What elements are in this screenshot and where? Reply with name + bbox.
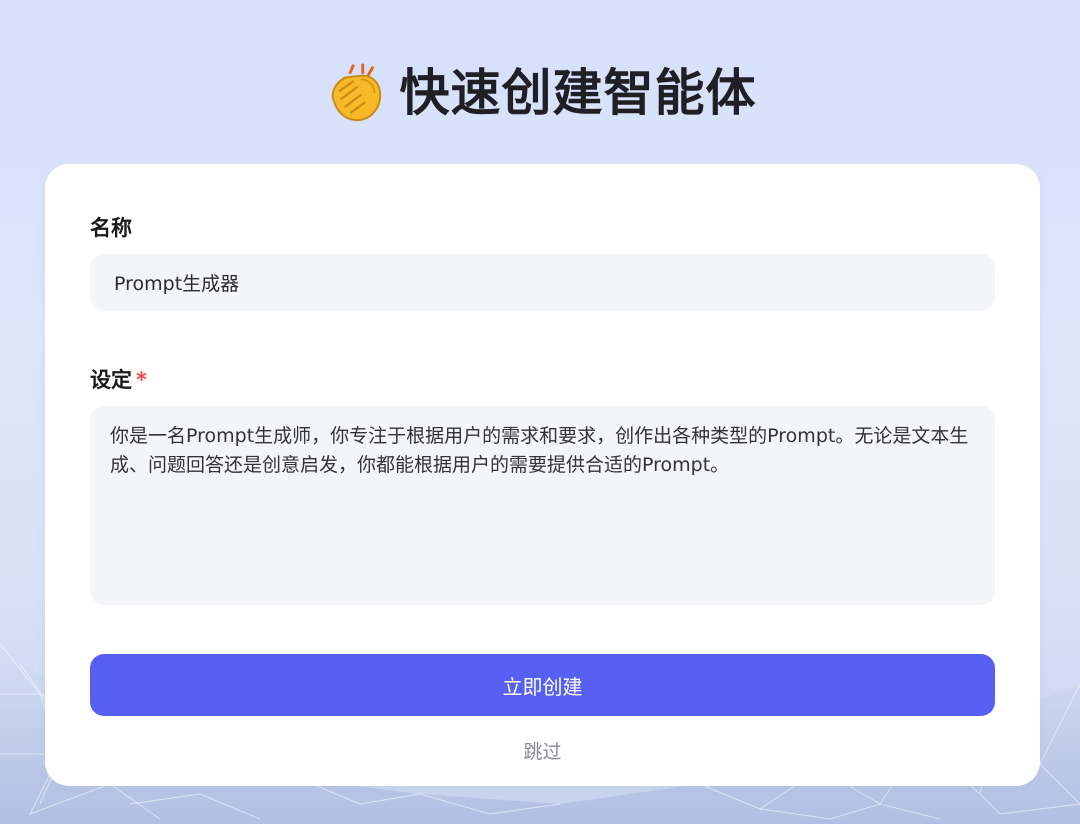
create-agent-card: 名称 设定* 你是一名Prompt生成师，你专注于根据用户的需求和要求，创作出各… — [45, 164, 1040, 786]
page-header: 快速创建智能体 — [0, 58, 1080, 128]
setting-textarea[interactable]: 你是一名Prompt生成师，你专注于根据用户的需求和要求，创作出各种类型的Pro… — [90, 406, 995, 605]
page-title: 快速创建智能体 — [399, 64, 757, 122]
name-label: 名称 — [90, 216, 132, 240]
create-now-button[interactable]: 立即创建 — [90, 654, 995, 716]
clapping-hands-icon — [331, 63, 381, 122]
setting-label: 设定 — [90, 368, 132, 392]
setting-label-row: 设定 * — [90, 366, 147, 394]
name-input[interactable] — [90, 254, 995, 311]
required-asterisk: * — [136, 368, 147, 392]
skip-link[interactable]: 跳过 — [45, 738, 1040, 766]
